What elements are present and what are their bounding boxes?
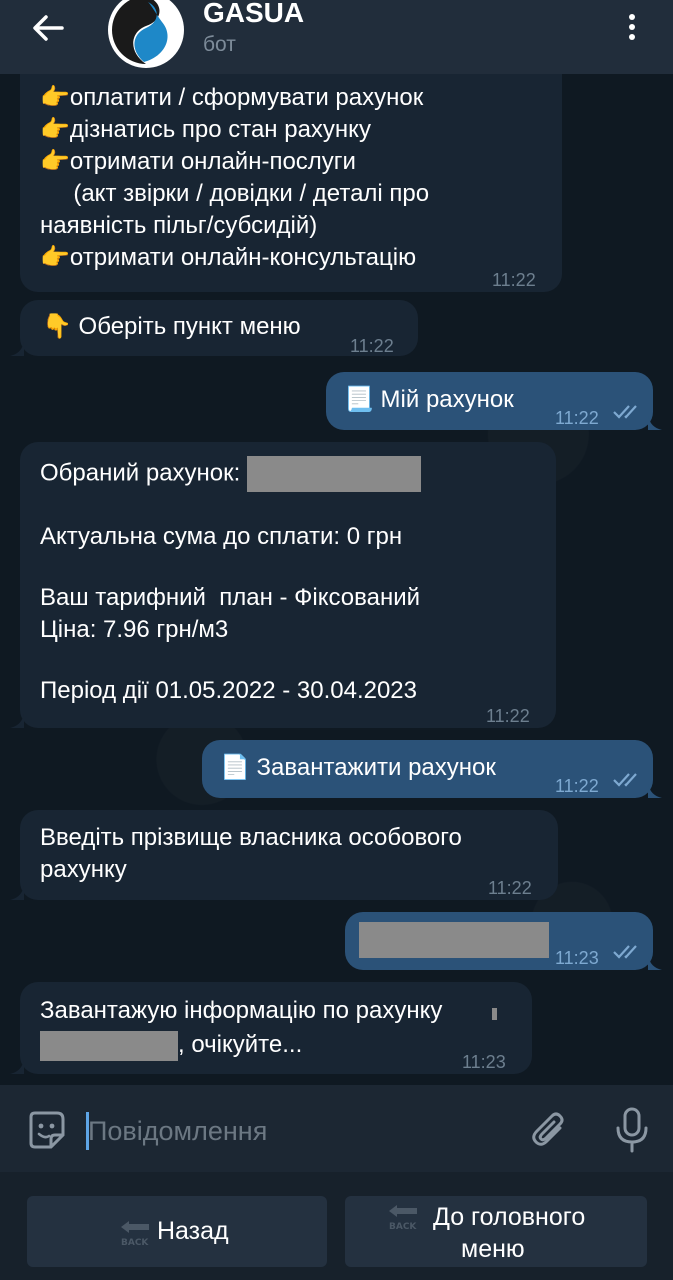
message-line: 👉дізнатись про стан рахунку	[40, 116, 371, 143]
redacted-account-number	[246, 456, 421, 492]
double-check-icon	[613, 773, 637, 787]
message-line: Завантажую інформацію по рахунку	[40, 997, 443, 1024]
sticker-button[interactable]	[25, 1109, 67, 1151]
message-line: наявність пільг/субсидій)	[40, 212, 318, 239]
gasua-logo	[110, 0, 182, 66]
bubble-tail	[10, 714, 24, 728]
bubble-tail	[10, 342, 24, 356]
arrow-left-icon	[33, 15, 64, 41]
message-text: 📃 Мій рахунок	[344, 386, 514, 413]
message-time: 11:22	[350, 336, 394, 356]
message-line: 👉отримати онлайн-послуги	[40, 148, 356, 175]
double-check-icon	[613, 945, 637, 959]
back-button[interactable]: BACK Назад	[27, 1196, 327, 1267]
attach-button[interactable]	[530, 1108, 570, 1152]
more-vert-icon	[618, 14, 646, 40]
chat-header: GASUA бот	[0, 0, 673, 74]
chat-title[interactable]: GASUA	[203, 0, 304, 29]
message-time: 11:22	[555, 776, 599, 796]
paperclip-icon	[532, 1112, 564, 1146]
redacted-surname	[359, 922, 549, 958]
message-time: 11:22	[486, 706, 530, 726]
message-bubble-outgoing: 📄 Завантажити рахунок 11:22	[202, 740, 653, 798]
message-line: , очікуйте...	[40, 1029, 532, 1061]
message-bubble-incoming: 👇 Оберіть пункт меню 11:22	[20, 300, 418, 356]
message-bubble-outgoing: 📃 Мій рахунок 11:22	[326, 372, 653, 430]
message-time: 11:23	[462, 1052, 506, 1072]
back-arrow-button[interactable]	[28, 10, 68, 46]
message-line: Введіть прізвище власника особового	[40, 824, 462, 851]
selected-account-label: Обраний рахунок:	[40, 459, 241, 487]
more-options-button[interactable]	[618, 10, 646, 46]
message-line: рахунку	[40, 856, 127, 883]
chat-subtitle: бот	[203, 33, 236, 56]
account-line: Обраний рахунок:	[40, 456, 556, 492]
bubble-tail	[648, 956, 662, 970]
double-check-icon	[613, 405, 637, 419]
sticker-icon	[29, 1111, 65, 1149]
message-line-suffix: , очікуйте...	[178, 1031, 303, 1058]
voice-record-button[interactable]	[613, 1106, 651, 1154]
main-menu-label-line2: меню	[461, 1235, 525, 1263]
message-bubble-incoming: Обраний рахунок: Актуальна сума до сплат…	[20, 442, 556, 728]
svg-text:BACK: BACK	[389, 1222, 417, 1232]
bot-avatar[interactable]	[108, 0, 184, 68]
bubble-tail	[648, 784, 662, 798]
message-bubble-incoming: Завантажую інформацію по рахунку , очіку…	[20, 982, 532, 1074]
redaction-mark	[492, 1008, 497, 1020]
message-bubble-incoming: 👉оплатити / сформувати рахунок 👉дізнатис…	[20, 40, 562, 292]
message-bubble-incoming: Введіть прізвище власника особового раху…	[20, 810, 558, 900]
back-arrow-icon: BACK	[389, 1205, 417, 1232]
period-line: Період дії 01.05.2022 - 30.04.2023	[40, 677, 418, 704]
svg-text:BACK: BACK	[121, 1238, 149, 1248]
plan-line: Ваш тарифний план - Фіксований	[40, 584, 421, 611]
message-time: 11:22	[488, 878, 532, 898]
message-time: 11:22	[492, 270, 536, 290]
message-line: (акт звірки / довідки / деталі про	[40, 180, 430, 207]
message-time: 11:23	[555, 948, 599, 968]
main-menu-label-line1: До головного	[433, 1203, 586, 1231]
price-line: Ціна: 7.96 грн/м3	[40, 616, 229, 643]
back-arrow-icon: BACK	[121, 1221, 149, 1248]
message-input[interactable]	[88, 1112, 508, 1150]
bubble-tail	[10, 886, 24, 900]
back-button-label: Назад	[157, 1217, 229, 1245]
bubble-tail	[10, 1060, 24, 1074]
bubble-tail	[648, 416, 662, 430]
message-line: 👉отримати онлайн-консультацію	[40, 244, 417, 271]
message-bubble-outgoing: 11:23	[345, 912, 653, 970]
main-menu-button[interactable]: BACK До головного меню	[345, 1196, 647, 1267]
amount-line: Актуальна сума до сплати: 0 грн	[40, 523, 403, 550]
redacted-account-number	[40, 1030, 178, 1061]
message-line: 👉оплатити / сформувати рахунок	[40, 84, 424, 111]
message-time: 11:22	[555, 408, 599, 428]
mic-icon	[616, 1107, 648, 1153]
